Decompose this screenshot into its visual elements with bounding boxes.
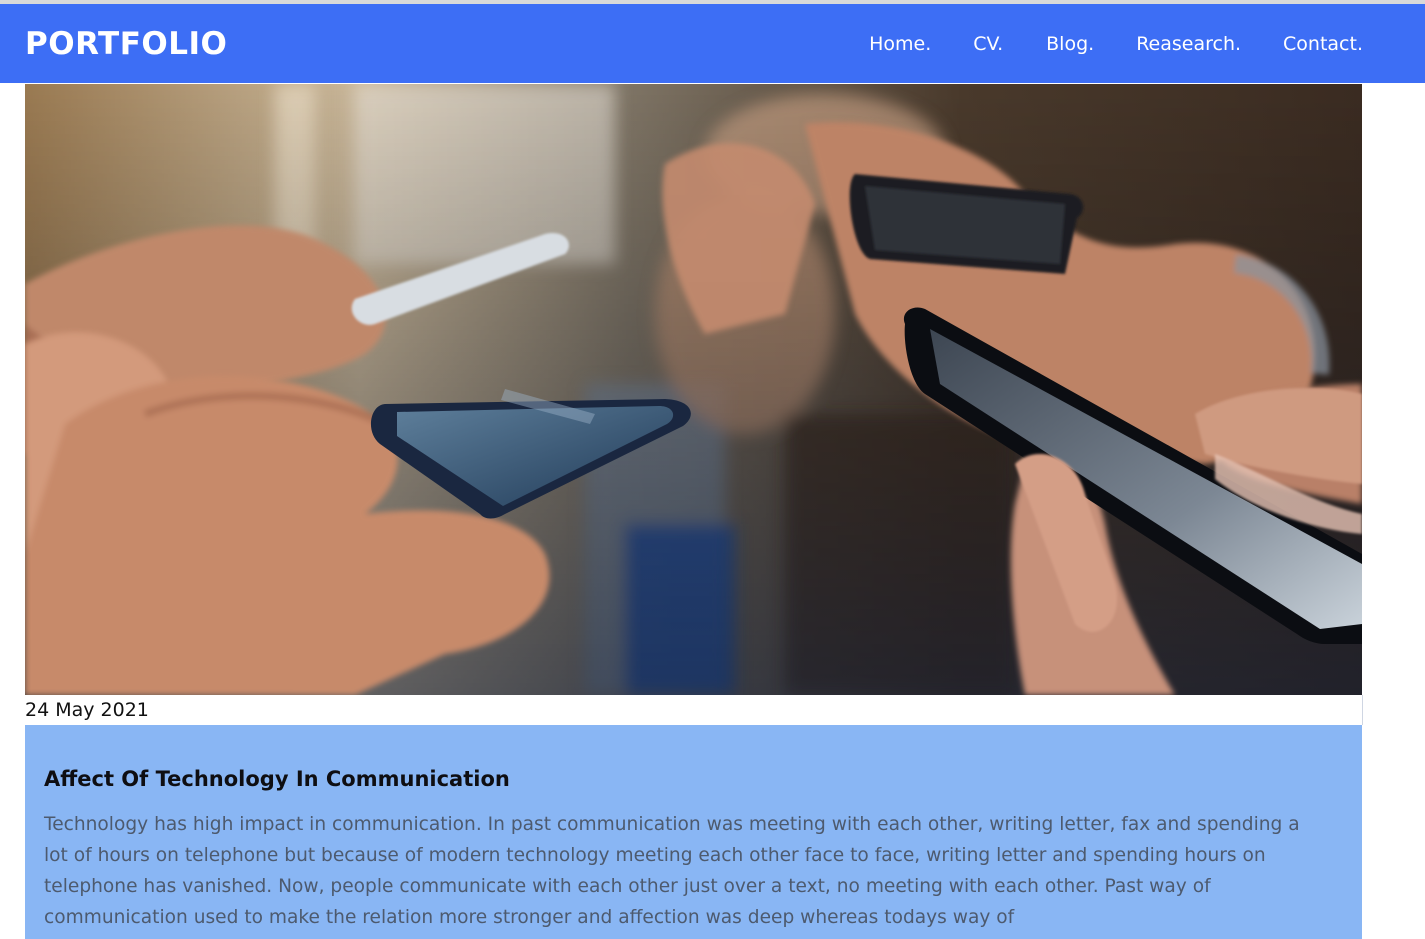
post-body: Technology has high impact in communicat…	[44, 814, 1300, 928]
brand-logo[interactable]: PORTFOLIO	[25, 24, 227, 64]
nav-link-contact[interactable]: Contact.	[1283, 32, 1363, 56]
post-hero-image	[25, 84, 1362, 695]
nav-link-research[interactable]: Reasearch.	[1136, 32, 1241, 56]
post-date-row: 24 May 2021	[24, 695, 1363, 725]
nav-link-blog[interactable]: Blog.	[1046, 32, 1094, 56]
hands-with-phones-photo	[25, 84, 1362, 695]
post-title: Affect Of Technology In Communication	[44, 767, 510, 791]
top-navbar: PORTFOLIO Home. CV. Blog. Reasearch. Con…	[0, 4, 1425, 83]
post-date: 24 May 2021	[25, 699, 149, 721]
nav-link-home[interactable]: Home.	[869, 32, 931, 56]
post-card: Affect Of Technology In Communication Te…	[25, 725, 1362, 939]
nav-link-cv[interactable]: CV.	[973, 32, 1003, 56]
nav-menu: Home. CV. Blog. Reasearch. Contact.	[869, 32, 1363, 56]
